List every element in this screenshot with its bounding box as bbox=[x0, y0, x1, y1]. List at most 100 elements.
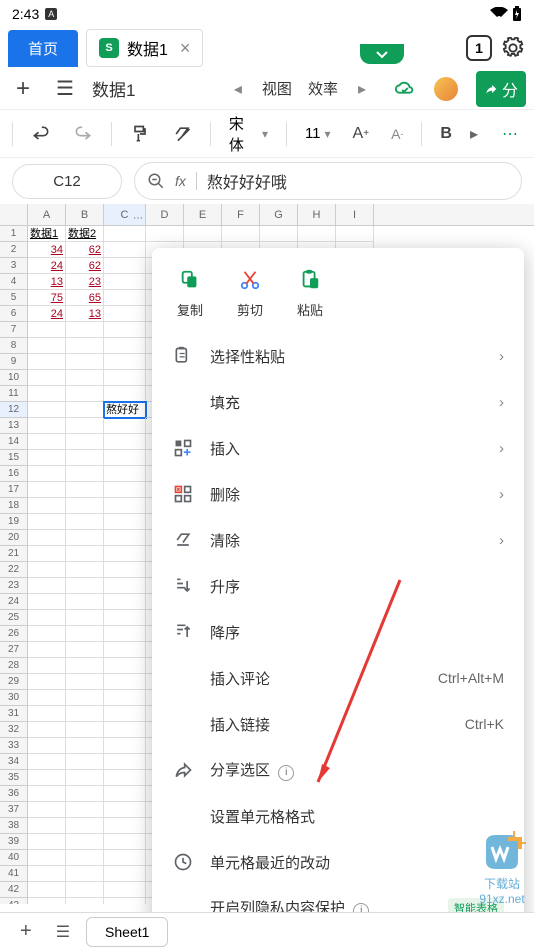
delete-item[interactable]: 删除 › bbox=[152, 471, 524, 517]
row-header[interactable]: 20 bbox=[0, 530, 28, 546]
row-header[interactable]: 9 bbox=[0, 354, 28, 370]
document-tab[interactable]: S 数据1 × bbox=[86, 29, 203, 67]
cell[interactable] bbox=[104, 450, 146, 466]
nav-next[interactable]: ▸ bbox=[350, 79, 374, 99]
cell[interactable] bbox=[66, 514, 104, 530]
cell[interactable] bbox=[28, 706, 66, 722]
cell[interactable] bbox=[104, 434, 146, 450]
cell[interactable] bbox=[66, 770, 104, 786]
copy-button[interactable]: 复制 bbox=[176, 266, 204, 319]
cell[interactable] bbox=[66, 802, 104, 818]
add-sheet-button[interactable]: + bbox=[12, 920, 40, 943]
cell[interactable] bbox=[104, 594, 146, 610]
insert-link-item[interactable]: 插入链接 Ctrl+K bbox=[152, 701, 524, 747]
cell[interactable] bbox=[104, 562, 146, 578]
row-header[interactable]: 21 bbox=[0, 546, 28, 562]
cell[interactable] bbox=[28, 802, 66, 818]
sort-desc-item[interactable]: 降序 bbox=[152, 609, 524, 655]
cell[interactable] bbox=[28, 338, 66, 354]
cell[interactable] bbox=[66, 386, 104, 402]
toolbar-overflow[interactable]: ⋯ bbox=[494, 120, 526, 148]
row-header[interactable]: 40 bbox=[0, 850, 28, 866]
cell[interactable] bbox=[104, 610, 146, 626]
cell[interactable] bbox=[28, 850, 66, 866]
row-header[interactable]: 27 bbox=[0, 642, 28, 658]
row-header[interactable]: 29 bbox=[0, 674, 28, 690]
row-header[interactable]: 36 bbox=[0, 786, 28, 802]
cell[interactable] bbox=[66, 882, 104, 898]
row-header[interactable]: 24 bbox=[0, 594, 28, 610]
row-header[interactable]: 37 bbox=[0, 802, 28, 818]
row-header[interactable]: 38 bbox=[0, 818, 28, 834]
cell[interactable] bbox=[28, 546, 66, 562]
cell[interactable] bbox=[222, 226, 260, 242]
column-header-g[interactable]: G bbox=[260, 204, 298, 225]
cell[interactable]: 75 bbox=[28, 290, 66, 306]
cell[interactable] bbox=[66, 754, 104, 770]
cell[interactable] bbox=[66, 850, 104, 866]
cell[interactable] bbox=[66, 642, 104, 658]
cell[interactable] bbox=[66, 434, 104, 450]
cell[interactable] bbox=[104, 770, 146, 786]
row-header[interactable]: 34 bbox=[0, 754, 28, 770]
clear-format-button[interactable] bbox=[164, 120, 200, 148]
cell[interactable] bbox=[104, 578, 146, 594]
cell[interactable] bbox=[66, 626, 104, 642]
row-header[interactable]: 25 bbox=[0, 610, 28, 626]
row-header[interactable]: 4 bbox=[0, 274, 28, 290]
row-header[interactable]: 39 bbox=[0, 834, 28, 850]
cell[interactable] bbox=[104, 370, 146, 386]
cell[interactable] bbox=[28, 866, 66, 882]
row-header[interactable]: 15 bbox=[0, 450, 28, 466]
settings-button[interactable] bbox=[500, 35, 526, 61]
row-header[interactable]: 31 bbox=[0, 706, 28, 722]
cell[interactable] bbox=[28, 834, 66, 850]
cell[interactable] bbox=[104, 466, 146, 482]
cell[interactable] bbox=[28, 626, 66, 642]
cell[interactable] bbox=[184, 226, 222, 242]
cell[interactable] bbox=[104, 834, 146, 850]
cell[interactable] bbox=[28, 498, 66, 514]
row-header[interactable]: 28 bbox=[0, 658, 28, 674]
format-painter-button[interactable] bbox=[122, 120, 158, 148]
row-header[interactable]: 16 bbox=[0, 466, 28, 482]
row-header[interactable]: 42 bbox=[0, 882, 28, 898]
cell[interactable] bbox=[104, 306, 146, 322]
insert-comment-item[interactable]: 插入评论 Ctrl+Alt+M bbox=[152, 655, 524, 701]
cell[interactable] bbox=[66, 690, 104, 706]
cell[interactable] bbox=[104, 258, 146, 274]
cell[interactable]: 62 bbox=[66, 258, 104, 274]
column-header-f[interactable]: F bbox=[222, 204, 260, 225]
cell[interactable] bbox=[66, 530, 104, 546]
cell[interactable] bbox=[104, 418, 146, 434]
cell[interactable]: 23 bbox=[66, 274, 104, 290]
cell[interactable] bbox=[28, 562, 66, 578]
cell[interactable] bbox=[104, 754, 146, 770]
close-tab-icon[interactable]: × bbox=[180, 38, 191, 59]
cell[interactable] bbox=[28, 722, 66, 738]
column-header-d[interactable]: D bbox=[146, 204, 184, 225]
cell[interactable] bbox=[28, 658, 66, 674]
cell[interactable] bbox=[28, 370, 66, 386]
row-header[interactable]: 18 bbox=[0, 498, 28, 514]
column-header-h[interactable]: H bbox=[298, 204, 336, 225]
formula-input[interactable]: fx 熬好好好哦 bbox=[134, 162, 522, 200]
cell[interactable] bbox=[104, 546, 146, 562]
undo-button[interactable] bbox=[23, 120, 59, 148]
cell[interactable] bbox=[66, 466, 104, 482]
row-header[interactable]: 13 bbox=[0, 418, 28, 434]
row-header[interactable]: 7 bbox=[0, 322, 28, 338]
cell[interactable] bbox=[28, 482, 66, 498]
row-header[interactable]: 11 bbox=[0, 386, 28, 402]
cell[interactable] bbox=[66, 370, 104, 386]
cell[interactable] bbox=[260, 226, 298, 242]
cell[interactable] bbox=[66, 818, 104, 834]
cell[interactable] bbox=[66, 706, 104, 722]
cell[interactable] bbox=[28, 466, 66, 482]
cell[interactable] bbox=[66, 738, 104, 754]
cell[interactable] bbox=[104, 690, 146, 706]
cell[interactable] bbox=[28, 642, 66, 658]
cell[interactable] bbox=[28, 450, 66, 466]
cell[interactable] bbox=[28, 882, 66, 898]
row-header[interactable]: 43 bbox=[0, 898, 28, 904]
